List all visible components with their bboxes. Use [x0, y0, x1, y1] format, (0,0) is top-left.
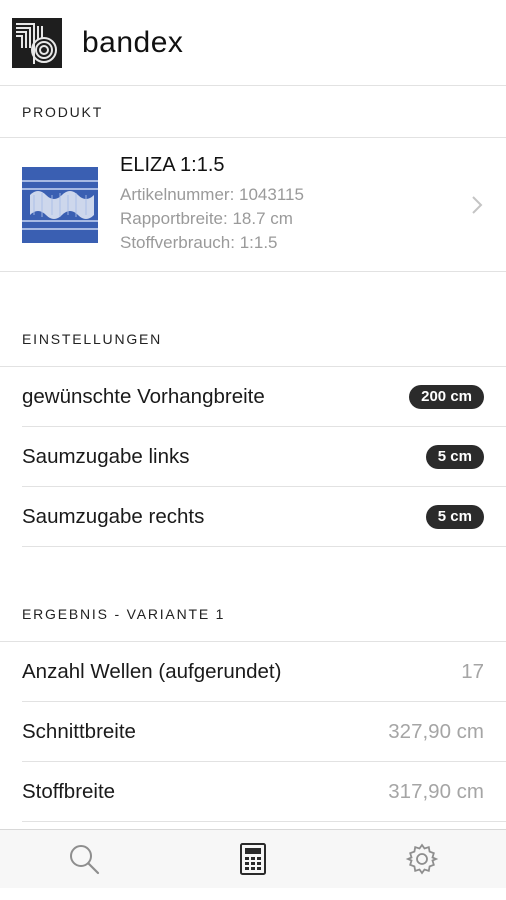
brand-name: bandex [82, 25, 184, 59]
section-header-settings: EINSTELLUNGEN [0, 324, 506, 367]
home-indicator-area [0, 888, 506, 900]
product-name: ELIZA 1:1.5 [120, 154, 225, 176]
setting-value-badge[interactable]: 5 cm [425, 504, 484, 529]
setting-label: Saumzugabe links [22, 444, 190, 468]
search-icon [70, 845, 100, 875]
product-article: Artikelnummer: 1043115 [120, 185, 304, 204]
setting-value-badge[interactable]: 5 cm [425, 444, 484, 469]
product-thumbnail [22, 166, 98, 243]
result-value: 327,90 cm [388, 719, 484, 743]
result-row-fabric-width: Stoffbreite 317,90 cm [22, 762, 506, 822]
bandex-logo [12, 17, 62, 68]
section-header-product: PRODUKT [0, 86, 506, 138]
tab-search[interactable] [54, 839, 114, 879]
setting-label: Saumzugabe rechts [22, 504, 205, 528]
tab-bar [0, 829, 506, 888]
setting-row-hem-left[interactable]: Saumzugabe links 5 cm [22, 427, 506, 487]
chevron-right-icon [472, 195, 483, 214]
product-info: ELIZA 1:1.5 Artikelnummer: 1043115 Rappo… [120, 154, 304, 255]
gear-icon [405, 843, 438, 875]
product-fabric-usage: Stoffverbrauch: 1:1.5 [120, 233, 278, 252]
product-repeat-width: Rapportbreite: 18.7 cm [120, 209, 293, 228]
result-value: 317,90 cm [388, 779, 484, 803]
app-header: bandex [0, 0, 506, 86]
tab-settings[interactable] [392, 839, 452, 879]
setting-label: gewünschte Vorhangbreite [22, 384, 265, 408]
tab-calculator[interactable] [223, 839, 283, 879]
result-label: Stoffbreite [22, 779, 116, 803]
result-label: Schnittbreite [22, 719, 136, 743]
setting-row-hem-right[interactable]: Saumzugabe rechts 5 cm [22, 487, 506, 547]
setting-value-badge[interactable]: 200 cm [409, 384, 484, 409]
result-label: Anzahl Wellen (aufgerundet) [22, 659, 282, 683]
calculator-icon [239, 843, 266, 875]
result-row-cut-width: Schnittbreite 327,90 cm [22, 702, 506, 762]
result-value: 17 [461, 659, 484, 683]
product-row[interactable]: ELIZA 1:1.5 Artikelnummer: 1043115 Rappo… [0, 138, 506, 272]
setting-row-curtain-width[interactable]: gewünschte Vorhangbreite 200 cm [22, 367, 506, 427]
section-header-result: ERGEBNIS - VARIANTE 1 [0, 599, 506, 642]
result-row-wave-count: Anzahl Wellen (aufgerundet) 17 [22, 642, 506, 702]
